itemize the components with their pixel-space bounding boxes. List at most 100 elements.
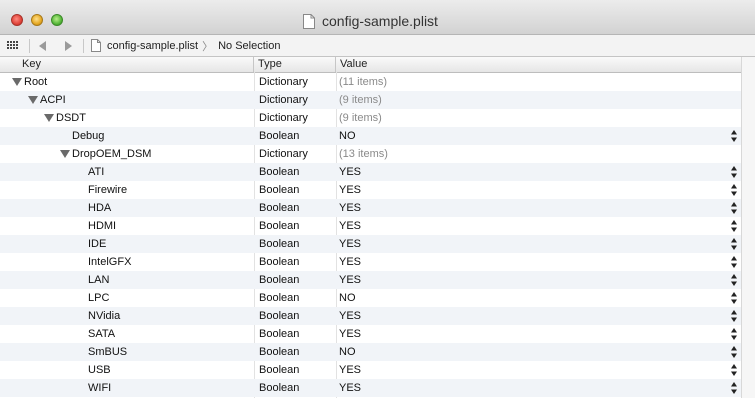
value-cell[interactable]: YES — [339, 181, 719, 199]
type-cell[interactable]: Dictionary — [259, 91, 335, 109]
zoom-button-icon[interactable] — [51, 14, 63, 26]
type-cell[interactable]: Dictionary — [259, 109, 335, 127]
type-cell[interactable]: Boolean — [259, 379, 335, 397]
type-cell[interactable]: Boolean — [259, 217, 335, 235]
table-row[interactable]: ACPI Dictionary (9 items) — [0, 91, 755, 109]
type-cell[interactable]: Boolean — [259, 325, 335, 343]
column-header-type[interactable]: Type — [254, 57, 336, 72]
value-cell[interactable]: YES — [339, 217, 719, 235]
table-row[interactable]: HDMI Boolean YES — [0, 217, 755, 235]
up-down-stepper-icon[interactable] — [730, 381, 738, 395]
jump-bar-path[interactable]: config-sample.plist 〉 No Selection — [91, 35, 280, 56]
key-cell[interactable]: Root — [0, 73, 265, 91]
disclosure-triangle-icon[interactable] — [28, 96, 38, 104]
value-cell[interactable]: YES — [339, 379, 719, 397]
type-cell[interactable]: Boolean — [259, 289, 335, 307]
value-cell[interactable]: (13 items) — [339, 145, 719, 163]
table-row[interactable]: NVidia Boolean YES — [0, 307, 755, 325]
key-label: HDMI — [88, 220, 117, 232]
up-down-stepper-icon[interactable] — [730, 363, 738, 377]
up-down-stepper-icon[interactable] — [730, 273, 738, 287]
jump-bar-selection[interactable]: No Selection — [218, 40, 280, 52]
type-cell[interactable]: Boolean — [259, 307, 335, 325]
up-down-stepper-icon[interactable] — [730, 327, 738, 341]
vertical-scrollbar[interactable] — [741, 57, 755, 398]
type-cell[interactable]: Dictionary — [259, 145, 335, 163]
table-row[interactable]: DropOEM_DSM Dictionary (13 items) — [0, 145, 755, 163]
table-row[interactable]: LPC Boolean NO — [0, 289, 755, 307]
up-down-stepper-icon[interactable] — [730, 129, 738, 143]
table-row[interactable]: SATA Boolean YES — [0, 325, 755, 343]
disclosure-triangle-icon[interactable] — [44, 114, 54, 122]
disclosure-triangle-icon[interactable] — [12, 78, 22, 86]
up-down-stepper-icon[interactable] — [730, 255, 738, 269]
chevron-right-icon: 〉 — [202, 40, 214, 53]
type-cell[interactable]: Boolean — [259, 181, 335, 199]
window-title-group: config-sample.plist — [303, 11, 438, 31]
table-row[interactable]: HDA Boolean YES — [0, 199, 755, 217]
value-cell[interactable]: YES — [339, 325, 719, 343]
table-row[interactable]: LAN Boolean YES — [0, 271, 755, 289]
value-cell[interactable]: YES — [339, 271, 719, 289]
value-cell[interactable]: (9 items) — [339, 109, 719, 127]
value-cell[interactable]: YES — [339, 253, 719, 271]
value-cell[interactable]: NO — [339, 127, 719, 145]
up-down-stepper-icon[interactable] — [730, 309, 738, 323]
value-cell[interactable]: NO — [339, 289, 719, 307]
key-label: WIFI — [88, 382, 112, 394]
table-row[interactable]: USB Boolean YES — [0, 361, 755, 379]
forward-arrow-icon[interactable] — [64, 35, 72, 56]
value-cell[interactable]: (11 items) — [339, 73, 719, 91]
table-row[interactable]: IntelGFX Boolean YES — [0, 253, 755, 271]
type-cell[interactable]: Boolean — [259, 253, 335, 271]
type-cell[interactable]: Boolean — [259, 343, 335, 361]
disclosure-triangle-icon[interactable] — [60, 150, 70, 158]
value-cell[interactable]: YES — [339, 163, 719, 181]
table-row[interactable]: Root Dictionary (11 items) — [0, 73, 755, 91]
table-row[interactable]: WIFI Boolean YES — [0, 379, 755, 397]
value-cell[interactable]: YES — [339, 361, 719, 379]
value-cell[interactable]: YES — [339, 199, 719, 217]
back-arrow-icon[interactable] — [39, 35, 47, 56]
table-row[interactable]: Firewire Boolean YES — [0, 181, 755, 199]
value-cell[interactable]: (9 items) — [339, 91, 719, 109]
document-icon[interactable] — [303, 13, 315, 29]
up-down-stepper-icon[interactable] — [730, 165, 738, 179]
value-cell[interactable]: YES — [339, 307, 719, 325]
type-cell[interactable]: Boolean — [259, 235, 335, 253]
up-down-stepper-icon[interactable] — [730, 345, 738, 359]
value-cell[interactable]: NO — [339, 343, 719, 361]
up-down-stepper-icon[interactable] — [730, 219, 738, 233]
column-header-key[interactable]: Key — [0, 57, 254, 72]
minimize-button-icon[interactable] — [31, 14, 43, 26]
type-cell[interactable]: Boolean — [259, 271, 335, 289]
close-button-icon[interactable] — [11, 14, 23, 26]
up-down-stepper-icon[interactable] — [730, 201, 738, 215]
column-header-value[interactable]: Value — [336, 57, 755, 72]
up-down-stepper-icon[interactable] — [730, 237, 738, 251]
value-cell[interactable]: YES — [339, 235, 719, 253]
key-cell[interactable]: DSDT — [0, 109, 297, 127]
key-label: ATI — [88, 166, 105, 178]
type-cell[interactable]: Dictionary — [259, 73, 335, 91]
table-row[interactable]: SmBUS Boolean NO — [0, 343, 755, 361]
key-label: LPC — [88, 292, 110, 304]
jump-bar-filename[interactable]: config-sample.plist — [107, 40, 198, 52]
table-row[interactable]: DSDT Dictionary (9 items) — [0, 109, 755, 127]
type-cell[interactable]: Boolean — [259, 361, 335, 379]
type-cell[interactable]: Boolean — [259, 127, 335, 145]
table-row[interactable]: IDE Boolean YES — [0, 235, 755, 253]
key-label: Firewire — [88, 184, 128, 196]
key-label: Debug — [72, 130, 105, 142]
type-cell[interactable]: Boolean — [259, 163, 335, 181]
table-row[interactable]: ATI Boolean YES — [0, 163, 755, 181]
up-down-stepper-icon[interactable] — [730, 291, 738, 305]
key-label: DropOEM_DSM — [72, 148, 152, 160]
plist-outline: Root Dictionary (11 items) ACPI Dictionary (9… — [0, 73, 755, 398]
type-cell[interactable]: Boolean — [259, 199, 335, 217]
table-row[interactable]: Debug Boolean NO — [0, 127, 755, 145]
up-down-stepper-icon[interactable] — [730, 183, 738, 197]
key-cell[interactable]: ACPI — [0, 91, 281, 109]
grid-icon[interactable] — [7, 35, 19, 56]
title-bar[interactable]: config-sample.plist — [0, 0, 755, 35]
